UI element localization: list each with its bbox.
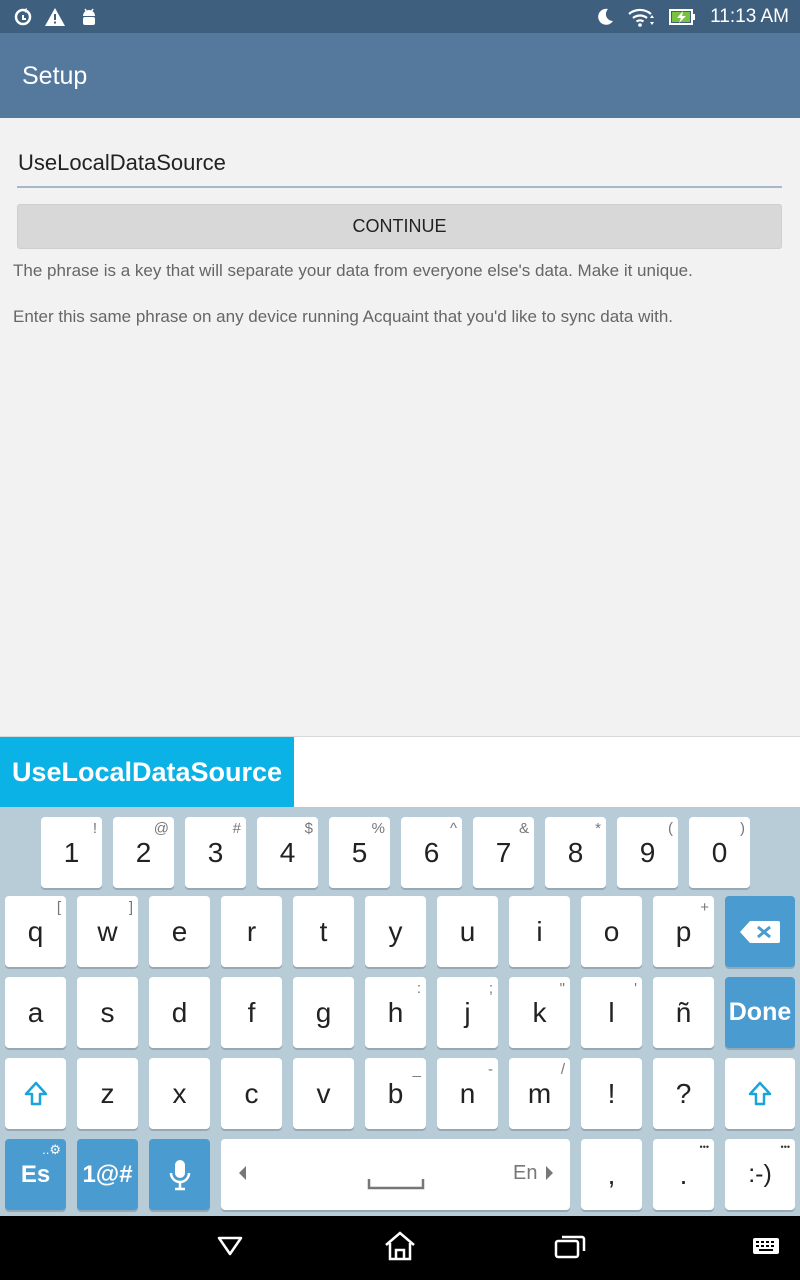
app-bar: Setup (0, 33, 800, 118)
help-text-sync: Enter this same phrase on any device run… (13, 307, 674, 326)
key-h[interactable]: h: (365, 977, 426, 1048)
key-y[interactable]: y (365, 896, 426, 967)
recents-icon (553, 1232, 587, 1265)
wifi-icon (626, 6, 656, 28)
space-bar[interactable]: En (221, 1139, 570, 1210)
key-i[interactable]: i (509, 896, 570, 967)
key-b[interactable]: b _ (365, 1058, 426, 1129)
key-o[interactable]: o (581, 896, 642, 967)
key-l[interactable]: l ' (581, 977, 642, 1048)
home-icon (383, 1230, 417, 1267)
key-period[interactable]: . ••• (653, 1139, 714, 1210)
key-e[interactable]: e (149, 896, 210, 967)
key-n[interactable]: n- (437, 1058, 498, 1129)
suggestion-bar: UseLocalDataSource (0, 736, 800, 808)
suggestion-chip[interactable]: UseLocalDataSource (0, 737, 294, 808)
key-3[interactable]: 3 # (185, 817, 246, 888)
key-w[interactable]: w] (77, 896, 138, 967)
key-question[interactable]: ? (653, 1058, 714, 1129)
key-z[interactable]: z (77, 1058, 138, 1129)
key-1[interactable]: 1! (41, 817, 102, 888)
backspace-key[interactable] (725, 896, 795, 967)
setup-content: UseLocalDataSource CONTINUE The phrase i… (0, 118, 800, 736)
symbols-key[interactable]: 1@# (77, 1139, 138, 1210)
warning-icon (44, 6, 66, 28)
key-s[interactable]: s (77, 977, 138, 1048)
help-text-unique: The phrase is a key that will separate y… (13, 261, 693, 280)
back-triangle-icon (216, 1235, 244, 1262)
navigation-bar (0, 1216, 800, 1280)
key-u[interactable]: u (437, 896, 498, 967)
microphone-icon (149, 1139, 210, 1210)
shift-icon (725, 1058, 795, 1129)
key-p[interactable]: p + (653, 896, 714, 967)
key-6[interactable]: 6 ^ (401, 817, 462, 888)
key-x[interactable]: x (149, 1058, 210, 1129)
key-c[interactable]: c (221, 1058, 282, 1129)
continue-button[interactable]: CONTINUE (17, 204, 782, 249)
soft-keyboard: 1! 2 @ 3 # 4 $ 5% 6 ^ 7 & 8 * 9( 0) q[ w] e r … (0, 807, 800, 1216)
key-q[interactable]: q[ (5, 896, 66, 967)
backspace-icon (725, 896, 795, 967)
recents-button[interactable] (540, 1216, 600, 1280)
microphone-key[interactable] (149, 1139, 210, 1210)
key-f[interactable]: f (221, 977, 282, 1048)
shift-left-key[interactable] (5, 1058, 66, 1129)
key-9[interactable]: 9( (617, 817, 678, 888)
key-4[interactable]: 4 $ (257, 817, 318, 888)
clock: 11:13 AM (710, 6, 789, 27)
do-not-disturb-moon-icon (594, 6, 616, 28)
keyboard-icon (752, 1236, 780, 1261)
key-k[interactable]: k " (509, 977, 570, 1048)
key-0[interactable]: 0) (689, 817, 750, 888)
battery-charging-icon (668, 6, 698, 28)
back-button[interactable] (200, 1216, 260, 1280)
home-button[interactable] (370, 1216, 430, 1280)
key-v[interactable]: v (293, 1058, 354, 1129)
status-bar: 11:13 AM (0, 0, 800, 33)
arrow-right-icon (545, 1164, 555, 1187)
shift-right-key[interactable] (725, 1058, 795, 1129)
key-j[interactable]: j; (437, 977, 498, 1048)
key-d[interactable]: d (149, 977, 210, 1048)
language-key[interactable]: Es ..⚙ (5, 1139, 66, 1210)
settings-gear-icon: ..⚙ (42, 1142, 61, 1157)
key-n-tilde[interactable]: ñ (653, 977, 714, 1048)
page-title: Setup (22, 62, 88, 90)
shift-icon (5, 1058, 66, 1129)
done-key[interactable]: Done (725, 977, 795, 1048)
arrow-left-icon (237, 1164, 247, 1187)
space-icon (367, 1177, 425, 1195)
keyboard-switch-button[interactable] (744, 1216, 788, 1280)
key-r[interactable]: r (221, 896, 282, 967)
key-2[interactable]: 2 @ (113, 817, 174, 888)
sync-icon (12, 6, 34, 28)
key-t[interactable]: t (293, 896, 354, 967)
phrase-input[interactable]: UseLocalDataSource (17, 140, 782, 188)
key-comma[interactable]: , (581, 1139, 642, 1210)
key-5[interactable]: 5% (329, 817, 390, 888)
key-a[interactable]: a (5, 977, 66, 1048)
key-7[interactable]: 7 & (473, 817, 534, 888)
key-m[interactable]: m / (509, 1058, 570, 1129)
smiley-key[interactable]: :-) ••• (725, 1139, 795, 1210)
android-debug-icon (78, 6, 100, 28)
key-exclamation[interactable]: ! (581, 1058, 642, 1129)
key-8[interactable]: 8 * (545, 817, 606, 888)
key-g[interactable]: g (293, 977, 354, 1048)
